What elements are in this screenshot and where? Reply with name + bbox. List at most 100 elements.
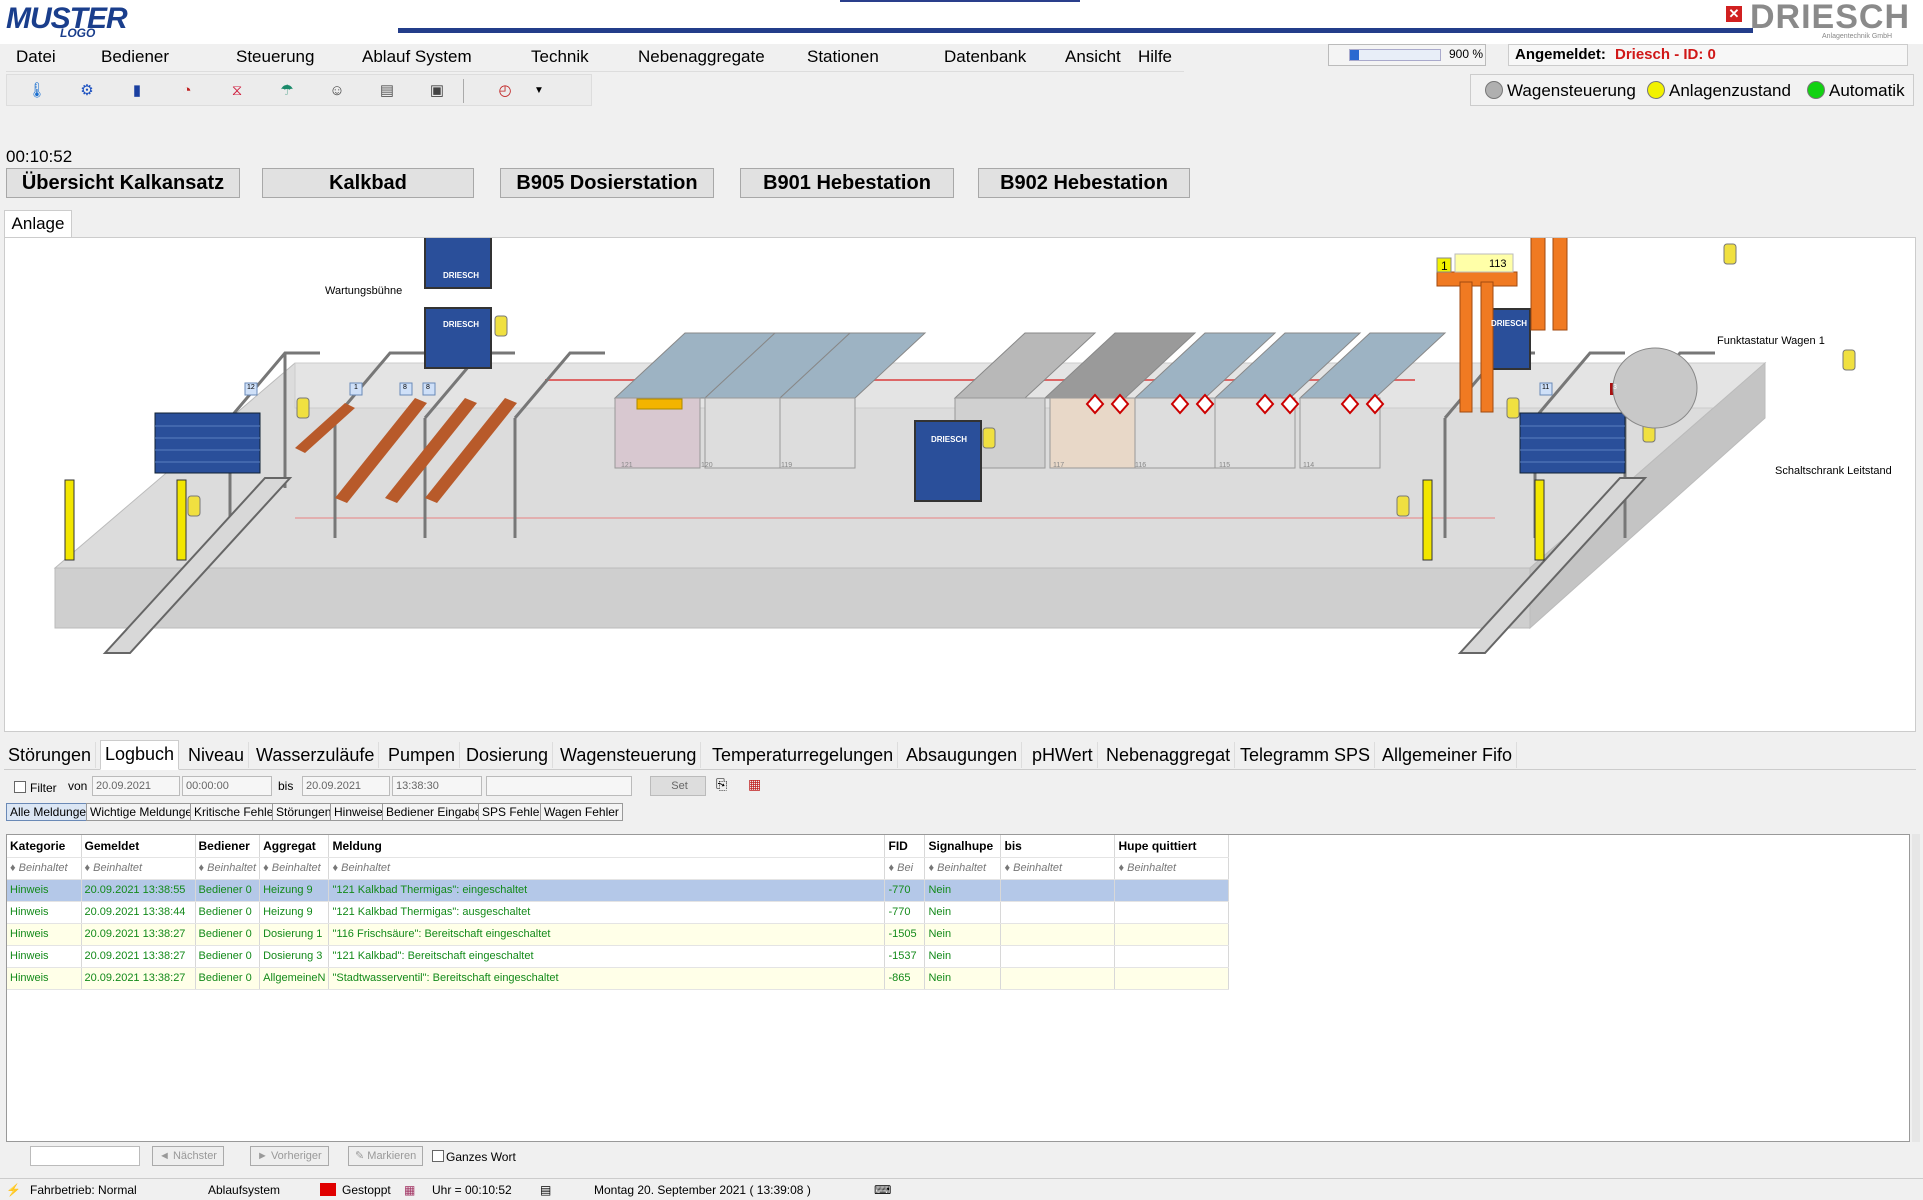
bis-time-input[interactable]: 13:38:30 [392, 776, 482, 796]
col-hupe-quittiert[interactable]: Hupe quittiert [1114, 835, 1230, 858]
column-filter[interactable]: ♦ Bei [884, 857, 926, 880]
table-row[interactable]: Hinweis 20.09.2021 13:38:27 Bediener 0 Dosi… [7, 923, 1230, 946]
set-button[interactable]: Set [650, 776, 706, 796]
col-meldung[interactable]: Meldung [328, 835, 886, 858]
tab-wasserzulaeufe[interactable]: Wasserzuläufe [252, 742, 380, 768]
column-filter[interactable]: ♦ Beinhaltet [7, 857, 82, 880]
zoom-slider[interactable] [1349, 49, 1441, 61]
menu-ablauf-system[interactable]: Ablauf System [362, 46, 472, 68]
von-date-input[interactable]: 20.09.2021 [92, 776, 180, 796]
tab-wagensteuerung[interactable]: Wagensteuerung [556, 742, 702, 768]
table-row[interactable]: Hinweis 20.09.2021 13:38:27 Bediener 0 Dosi… [7, 945, 1230, 968]
tab-pumpen[interactable]: Pumpen [384, 742, 461, 768]
dropdown-arrow-icon[interactable]: ▼ [529, 81, 549, 101]
cell: Dosierung 3 [259, 945, 330, 968]
chart-icon[interactable]: ▤ [377, 81, 397, 101]
menu-steuerung[interactable]: Steuerung [236, 46, 314, 68]
subtab-wichtige-meldungen[interactable]: Wichtige Meldungen [86, 803, 203, 821]
operator-icon[interactable]: ☺ [327, 81, 347, 101]
search-input[interactable] [30, 1146, 140, 1166]
menu-datenbank[interactable]: Datenbank [944, 46, 1026, 68]
subtab-hinweise[interactable]: Hinweise [330, 803, 387, 821]
subtab-wagen-fehler[interactable]: Wagen Fehler [540, 803, 623, 821]
col-gemeldet[interactable]: Gemeldet [81, 835, 196, 858]
bis-label: bis [278, 779, 294, 793]
menu-bediener[interactable]: Bediener [101, 46, 169, 68]
window-icon[interactable]: ▣ [427, 81, 447, 101]
von-time-input[interactable]: 00:00:00 [182, 776, 272, 796]
gauge-icon[interactable]: ◔ [177, 81, 197, 101]
btn-b901-hebestation[interactable]: B901 Hebestation [740, 168, 954, 198]
subtab-kritische-fehler[interactable]: Kritische Fehler [190, 803, 282, 821]
btn-kalkbad[interactable]: Kalkbad [262, 168, 474, 198]
menu-hilfe[interactable]: Hilfe [1138, 46, 1172, 68]
column-filter[interactable]: ♦ Beinhaltet [259, 857, 330, 880]
tab-allgemeiner-fifo[interactable]: Allgemeiner Fifo [1378, 742, 1518, 768]
whole-word-checkbox[interactable] [432, 1150, 444, 1162]
export-icon[interactable]: ⎘ [716, 776, 727, 793]
mark-button[interactable]: ✎ Markieren [348, 1146, 424, 1166]
subtab-sps-fehler[interactable]: SPS Fehler [478, 803, 548, 821]
shower-icon[interactable]: ☂ [277, 81, 297, 101]
tab-nebenaggregat[interactable]: Nebenaggregat [1102, 742, 1236, 768]
table-row[interactable]: Hinweis 20.09.2021 13:38:55 Bediener 0 Heiz… [7, 879, 1230, 902]
tab-phwert[interactable]: pHWert [1028, 742, 1098, 768]
tab-logbuch[interactable]: Logbuch [100, 740, 180, 770]
column-filter[interactable]: ♦ Beinhaltet [195, 857, 261, 880]
position-tag-label: 8 [403, 384, 407, 391]
valve-icon[interactable]: ⧖ [227, 81, 247, 101]
pump-icon[interactable]: ⚙ [77, 81, 97, 101]
column-filter[interactable]: ♦ Beinhaltet [81, 857, 196, 880]
col-bediener[interactable]: Bediener [195, 835, 261, 858]
btn-b902-hebestation[interactable]: B902 Hebestation [978, 168, 1190, 198]
col-bis[interactable]: bis [1000, 835, 1116, 858]
col-fid[interactable]: FID [884, 835, 926, 858]
bis-date-input[interactable]: 20.09.2021 [302, 776, 390, 796]
grid-scrollbar[interactable] [1912, 834, 1920, 1142]
col-kategorie[interactable]: Kategorie [7, 835, 82, 858]
subtab-bediener-eingaben[interactable]: Bediener Eingaben [382, 803, 493, 821]
menu-technik[interactable]: Technik [531, 46, 589, 68]
next-button[interactable]: ◄ Nächster [152, 1146, 224, 1166]
tab-absaugungen[interactable]: Absaugungen [902, 742, 1023, 768]
column-filter[interactable]: ♦ Beinhaltet [1114, 857, 1230, 880]
cell: -1537 [884, 945, 926, 968]
cell: Dosierung 1 [259, 923, 330, 946]
tab-anlage[interactable]: Anlage [4, 210, 72, 238]
cell: "Stadtwasserventil": Bereitschaft einges… [328, 967, 886, 990]
login-label: Angemeldet: [1515, 46, 1606, 63]
yellow-post [1422, 479, 1433, 561]
thermometer-icon[interactable]: 🌡 [27, 81, 47, 101]
table-row[interactable]: Hinweis 20.09.2021 13:38:27 Bediener 0 Allg… [7, 967, 1230, 990]
print-icon[interactable]: ▦ [748, 776, 761, 793]
subtab-stoerungen[interactable]: Störungen [272, 803, 336, 821]
menu-datei[interactable]: Datei [16, 46, 56, 68]
menu-ansicht[interactable]: Ansicht [1065, 46, 1121, 68]
tab-telegramm-sps[interactable]: Telegramm SPS [1236, 742, 1376, 768]
tab-stoerungen[interactable]: Störungen [4, 742, 97, 768]
subtab-alle-meldungen[interactable]: Alle Meldungen [6, 803, 97, 821]
title-bar: MUSTER LOGO ✕ DRIESCH Anlagentechnik Gmb… [0, 0, 1923, 44]
tab-temperaturregelungen[interactable]: Temperaturregelungen [708, 742, 899, 768]
col-signalhupe[interactable]: Signalhupe [924, 835, 1002, 858]
column-filter[interactable]: ♦ Beinhaltet [328, 857, 886, 880]
table-row[interactable]: Hinweis 20.09.2021 13:38:44 Bediener 0 Heiz… [7, 901, 1230, 924]
tab-niveau[interactable]: Niveau [184, 742, 250, 768]
close-icon[interactable]: ✕ [1726, 6, 1742, 22]
tab-dosierung[interactable]: Dosierung [462, 742, 554, 768]
btn-b905-dosierstation[interactable]: B905 Dosierstation [500, 168, 714, 198]
column-filter[interactable]: ♦ Beinhaltet [924, 857, 1002, 880]
label-wartungsbuehne: Wartungsbühne [325, 285, 403, 297]
prev-button[interactable]: ► Vorheriger [250, 1146, 329, 1166]
btn-uebersicht-kalkansatz[interactable]: Übersicht Kalkansatz [6, 168, 240, 198]
filter-text-input[interactable] [486, 776, 632, 796]
cell [1114, 901, 1230, 924]
column-filter[interactable]: ♦ Beinhaltet [1000, 857, 1116, 880]
menu-nebenaggregate[interactable]: Nebenaggregate [638, 46, 765, 68]
clock-icon[interactable]: ◴ [495, 81, 515, 101]
menu-stationen[interactable]: Stationen [807, 46, 879, 68]
col-aggregat[interactable]: Aggregat [259, 835, 330, 858]
cell: "121 Kalkbad": Bereitschaft eingeschalte… [328, 945, 886, 968]
tank-icon[interactable]: ▮ [127, 81, 147, 101]
filter-checkbox[interactable] [14, 781, 26, 793]
